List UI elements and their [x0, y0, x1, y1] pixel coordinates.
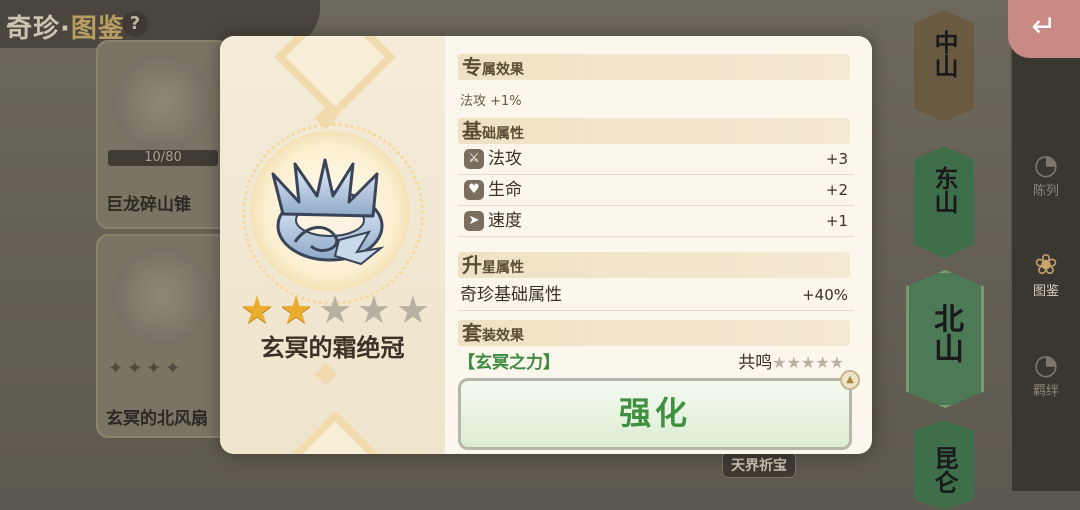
swirl-icon: ◔ — [1033, 148, 1059, 181]
return-arrow-icon: ↵ — [1031, 9, 1057, 44]
stat-row-health: ♥ 生命 +2 — [458, 175, 854, 206]
region-tab-kunlun[interactable]: 昆仑 — [914, 420, 974, 510]
heart-icon: ♥ — [464, 180, 484, 200]
item-preview-pane: ★ ★ ★ ★ ★ 玄冥的霜绝冠 — [220, 36, 445, 454]
sword-icon: ⚔ — [464, 149, 484, 169]
resonance-info: 共鸣★★★★★ — [738, 353, 844, 373]
resonance-stars: ★★★★★ — [772, 353, 844, 372]
star-rating: ★ ★ ★ ★ ★ — [240, 288, 430, 332]
collection-card[interactable]: 巨龙碎山锥 — [96, 40, 230, 229]
item-thumbnail — [112, 246, 212, 346]
help-icon[interactable]: ? — [122, 11, 148, 37]
card-stars: ✦✦✦✦ — [108, 358, 185, 379]
swirl-icon: ◔ — [1033, 348, 1059, 381]
notification-badge-icon: ▲ — [840, 370, 860, 390]
stat-row-speed: ➤ 速度 +1 — [458, 206, 854, 237]
item-name: 玄冥的霜绝冠 — [260, 334, 405, 362]
card-name: 玄冥的北风扇 — [106, 409, 208, 429]
decor-diamond — [274, 410, 396, 454]
decor-dot — [314, 362, 338, 386]
card-progress: 10/80 — [108, 150, 218, 166]
back-button[interactable]: ↵ — [1008, 0, 1080, 58]
region-tab-zhongshan[interactable]: 中山 — [914, 10, 974, 122]
item-thumbnail — [112, 52, 212, 152]
stat-row-star-up: 奇珍基础属性 +40% — [458, 280, 854, 311]
side-nav: ◔ 陈列 ❀ 图鉴 ◔ 羁绊 — [1012, 0, 1080, 491]
side-nav-display[interactable]: ◔ 陈列 — [1012, 148, 1080, 200]
star-icon: ★ — [278, 288, 314, 332]
enhance-button[interactable]: 强化 — [458, 378, 852, 450]
exclusive-effect-text: 法攻 +1% — [460, 94, 522, 109]
side-nav-bond[interactable]: ◔ 羁绊 — [1012, 348, 1080, 400]
side-nav-catalog[interactable]: ❀ 图鉴 — [1012, 248, 1080, 300]
lotus-icon: ❀ — [1034, 248, 1058, 281]
section-exclusive-effect: 专属效果 — [458, 54, 850, 80]
bottom-tag[interactable]: 天界祈宝 — [722, 452, 796, 478]
star-icon: ★ — [356, 288, 391, 332]
set-effect-row: 【玄冥之力】 共鸣★★★★★ — [458, 350, 850, 376]
section-base-stats: 基础属性 — [458, 118, 850, 144]
star-icon: ★ — [395, 288, 430, 332]
set-name-link[interactable]: 【玄冥之力】 — [458, 353, 560, 373]
star-icon: ★ — [240, 288, 275, 332]
decor-diamond — [274, 36, 396, 118]
section-set-effect: 套装效果 — [458, 320, 850, 346]
star-icon: ★ — [317, 288, 353, 332]
region-tab-beishan[interactable]: 北山 — [906, 270, 984, 408]
region-tab-dongshan[interactable]: 东山 — [914, 146, 974, 258]
stat-row-magic-attack: ⚔ 法攻 +3 — [458, 144, 854, 175]
section-star-up-stats: 升星属性 — [458, 252, 850, 278]
boot-icon: ➤ — [464, 211, 484, 231]
card-name: 巨龙碎山锥 — [106, 195, 191, 215]
item-detail-modal: ★ ★ ★ ★ ★ 玄冥的霜绝冠 专属效果 法攻 +1% 基础属性 ⚔ 法攻 +3 … — [220, 36, 872, 454]
frost-crown-icon — [271, 158, 385, 266]
collection-card[interactable]: 玄冥的北风扇 — [96, 234, 230, 438]
